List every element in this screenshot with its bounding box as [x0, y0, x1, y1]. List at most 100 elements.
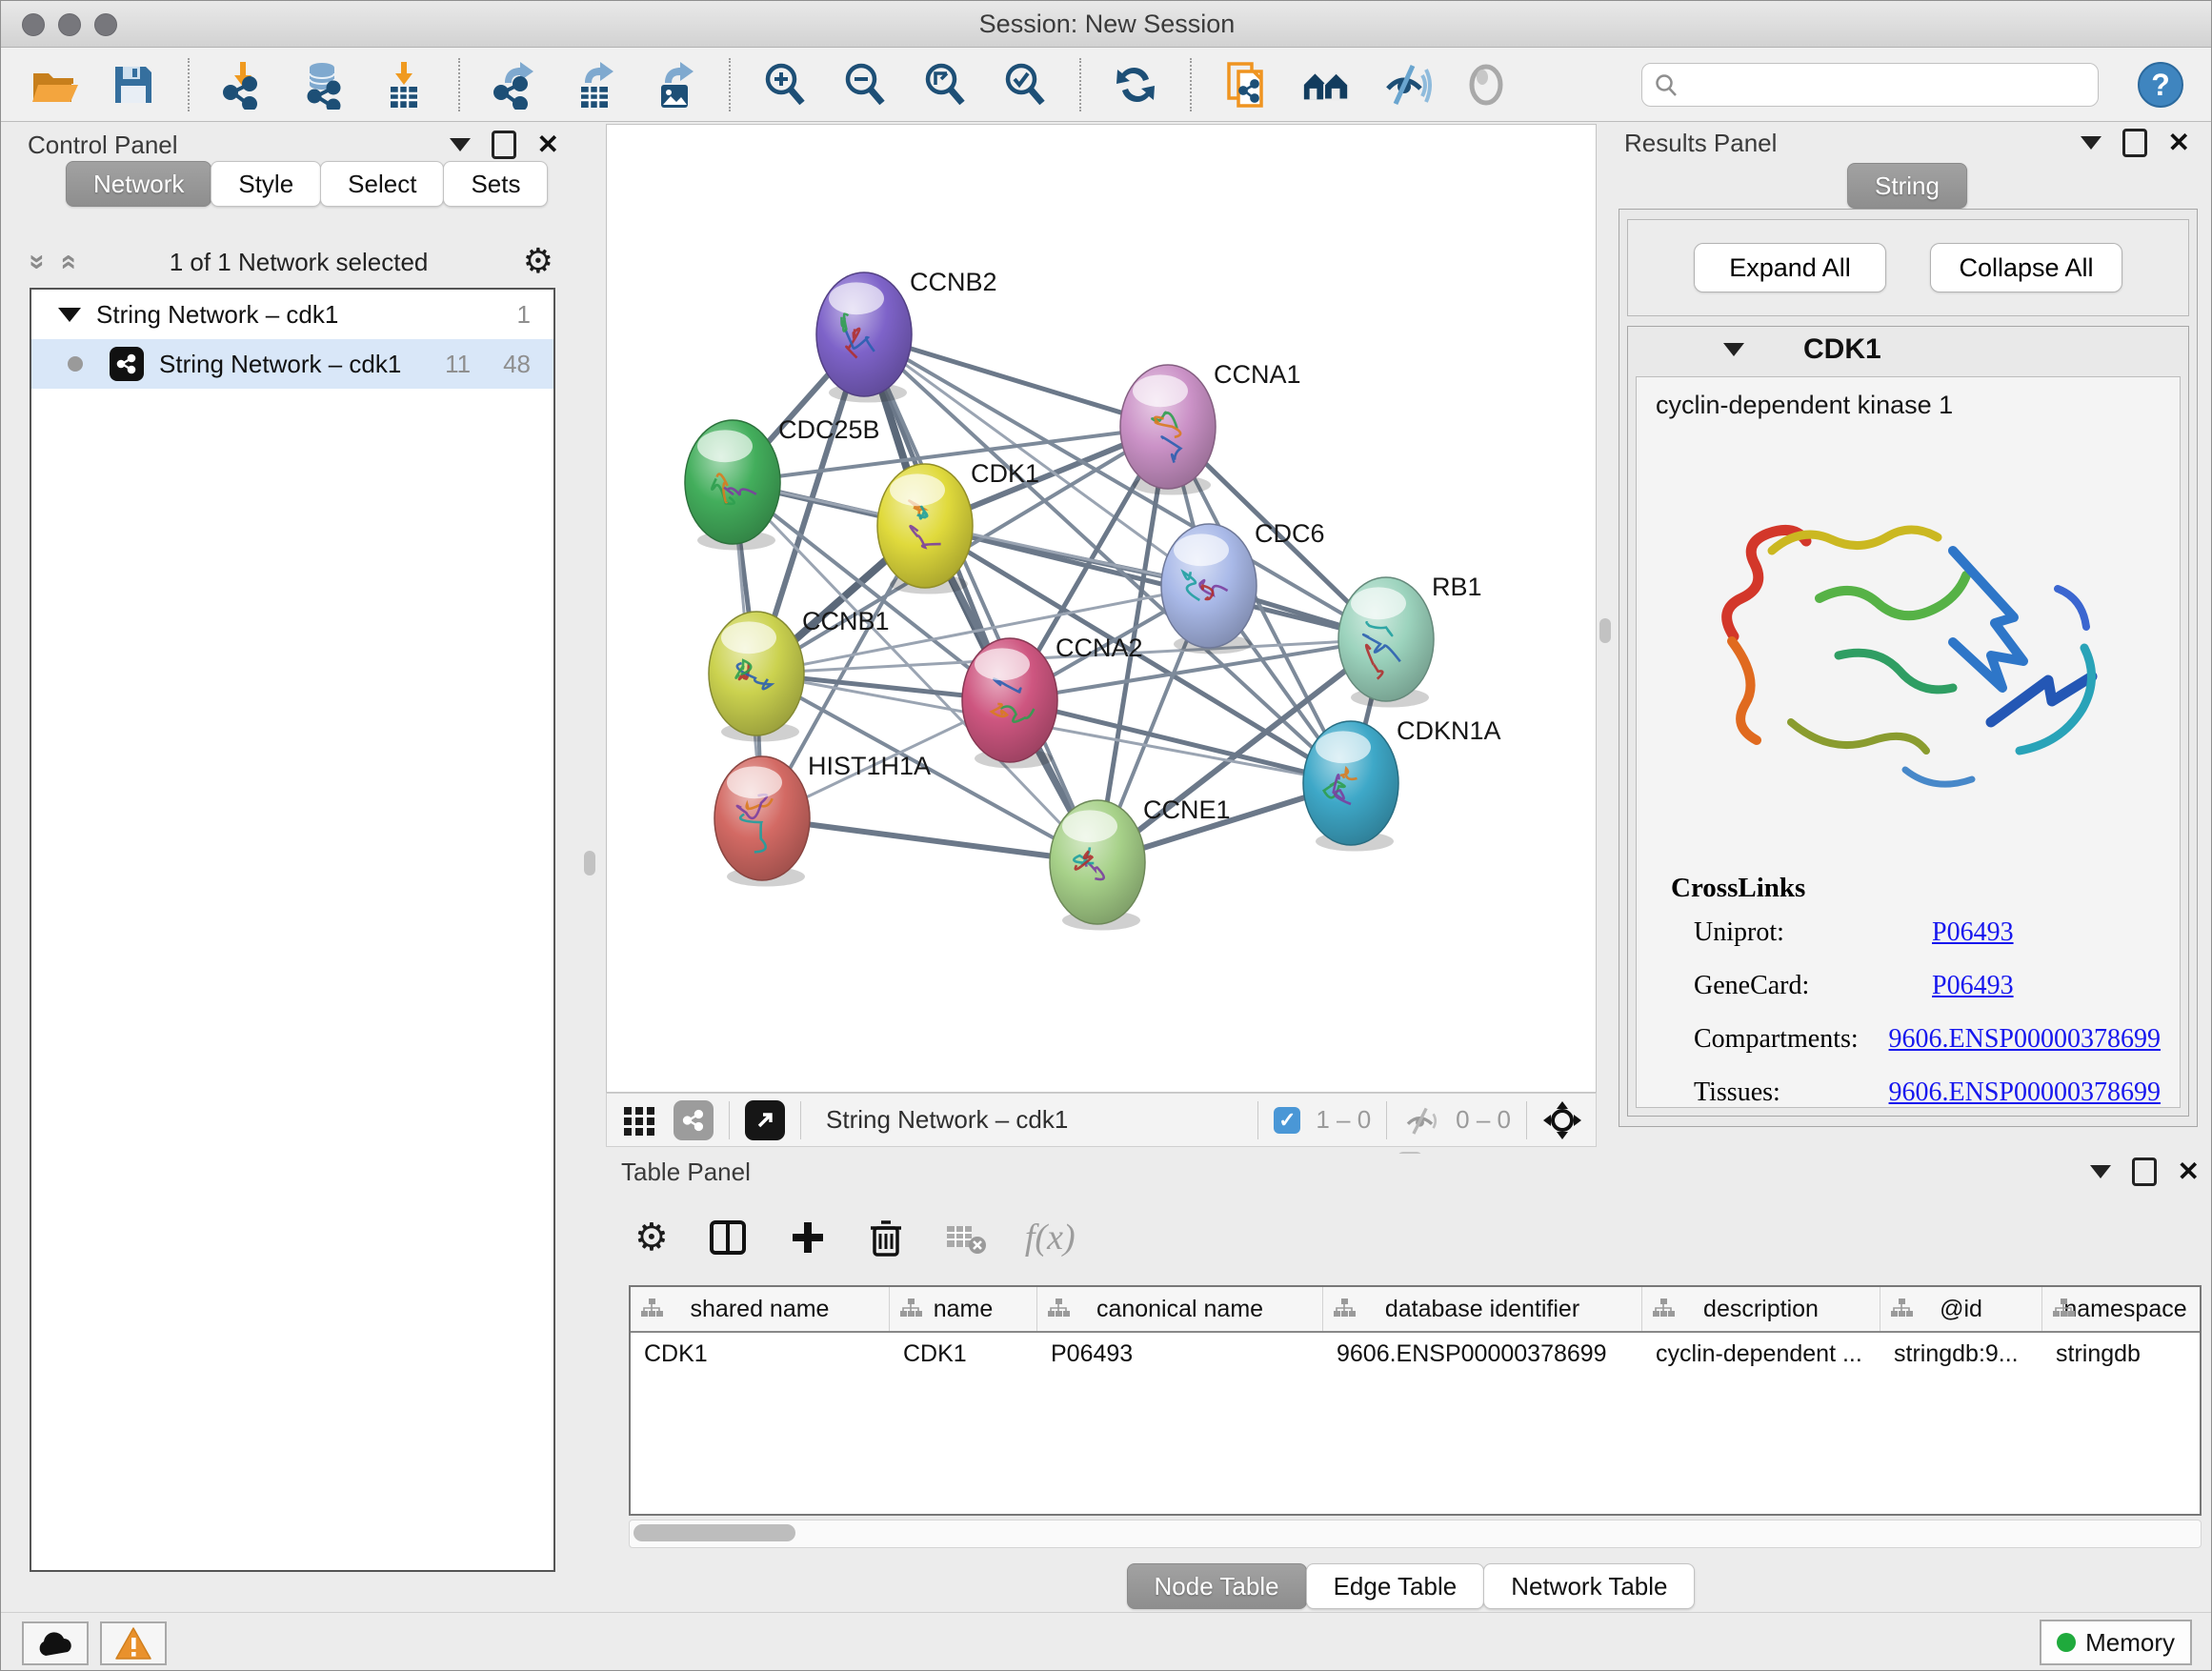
node-CDC25B[interactable]: CDC25B [685, 415, 880, 551]
network-canvas[interactable]: CCNB2CCNA1CDC25BCDK1CDC6RB1CCNB1CCNA2CDK… [606, 124, 1597, 1093]
table-options-gear-icon[interactable]: ⚙ [634, 1218, 669, 1257]
expand-all-icon[interactable]: » [52, 254, 81, 271]
toolbar-separator [1526, 1101, 1527, 1139]
table-cell[interactable]: 9606.ENSP00000378699 [1323, 1333, 1642, 1377]
import-table-button[interactable] [378, 59, 430, 111]
open-session-button[interactable] [28, 59, 79, 111]
tab-node-table[interactable]: Node Table [1127, 1563, 1307, 1609]
hide-nodes-button[interactable] [1380, 59, 1432, 111]
tab-edge-table[interactable]: Edge Table [1306, 1563, 1485, 1609]
crosslink-link[interactable]: P06493 [1932, 971, 2014, 1001]
node-RB1[interactable]: RB1 [1338, 573, 1482, 707]
table-row[interactable]: CDK1CDK1P064939606.ENSP00000378699cyclin… [631, 1333, 2200, 1377]
collapse-all-icon[interactable]: » [23, 254, 51, 271]
zoom-selected-icon [1000, 60, 1050, 110]
node-CDKN1A[interactable]: CDKN1A [1303, 716, 1501, 851]
expand-all-button[interactable]: Expand All [1694, 243, 1886, 292]
cloud-tasks-button[interactable] [22, 1621, 89, 1665]
collapse-card-icon[interactable] [1723, 343, 1744, 356]
table-toolbar: ⚙ f(x) [634, 1203, 1076, 1272]
column-header-database-identifier[interactable]: database identifier [1323, 1287, 1642, 1331]
zoom-in-button[interactable] [759, 59, 811, 111]
delete-column-icon[interactable] [867, 1217, 905, 1258]
crosslink-link[interactable]: P06493 [1932, 917, 2014, 948]
tab-select[interactable]: Select [320, 161, 444, 207]
network-row-selected[interactable]: String Network – cdk1 11 48 [31, 339, 553, 389]
table-cell[interactable]: cyclin-dependent ... [1642, 1333, 1880, 1377]
panel-float-icon[interactable] [2132, 1158, 2157, 1186]
help-button[interactable]: ? [2135, 59, 2186, 111]
expand-collapse-box: Expand All Collapse All [1627, 219, 2189, 316]
show-all-button[interactable] [1460, 59, 1512, 111]
show-columns-icon[interactable] [707, 1217, 749, 1258]
panel-menu-icon[interactable] [450, 138, 471, 151]
column-header-canonical-name[interactable]: canonical name [1037, 1287, 1323, 1331]
crosslink-link[interactable]: 9606.ENSP00000378699 [1889, 1024, 2161, 1055]
panel-close-icon[interactable]: ✕ [2178, 1158, 2200, 1185]
panel-menu-icon[interactable] [2090, 1165, 2111, 1178]
panel-close-icon[interactable]: ✕ [537, 131, 559, 158]
zoom-fit-button[interactable] [919, 59, 971, 111]
node-CCNA1[interactable]: CCNA1 [1120, 360, 1301, 495]
clone-network-button[interactable] [1220, 59, 1272, 111]
node-CCNB1[interactable]: CCNB1 [709, 607, 890, 741]
apply-layout-button[interactable] [1110, 59, 1161, 111]
open-in-window-icon[interactable] [745, 1100, 785, 1140]
table-cell[interactable]: P06493 [1037, 1333, 1323, 1377]
vertical-splitter-handle[interactable] [584, 851, 595, 876]
tab-style[interactable]: Style [211, 161, 321, 207]
panel-close-icon[interactable]: ✕ [2168, 130, 2190, 156]
memory-button[interactable]: Memory [2040, 1620, 2192, 1665]
grid-mode-icon[interactable] [620, 1101, 658, 1139]
table-cell[interactable]: CDK1 [890, 1333, 1037, 1377]
crosslink-link[interactable]: 9606.ENSP00000378699 [1889, 1077, 2161, 1108]
column-header-description[interactable]: description [1642, 1287, 1880, 1331]
network-options-gear-icon[interactable]: ⚙ [523, 245, 553, 279]
network-collection-row[interactable]: String Network – cdk1 1 [31, 290, 553, 339]
collection-expand-icon[interactable] [58, 308, 81, 322]
string-view-icon[interactable] [674, 1100, 714, 1140]
column-header-name[interactable]: name [890, 1287, 1037, 1331]
table-cell[interactable]: CDK1 [631, 1333, 890, 1377]
table-horizontal-scrollbar[interactable] [629, 1520, 2202, 1548]
node-label: CDC6 [1255, 519, 1325, 548]
panel-float-icon[interactable] [2122, 129, 2147, 157]
selected-checkbox-icon[interactable]: ✓ [1274, 1107, 1300, 1134]
column-header-namespace[interactable]: namespace [2042, 1287, 2202, 1331]
tab-network[interactable]: Network [66, 161, 211, 207]
panel-float-icon[interactable] [492, 131, 516, 159]
warnings-button[interactable] [100, 1621, 167, 1665]
tab-sets[interactable]: Sets [443, 161, 548, 207]
import-network-button[interactable] [218, 59, 270, 111]
collapse-all-button[interactable]: Collapse All [1930, 243, 2122, 292]
import-network-icon [219, 60, 269, 110]
tab-string[interactable]: String [1847, 163, 1967, 209]
export-table-button[interactable] [569, 59, 620, 111]
add-column-icon[interactable] [787, 1217, 829, 1258]
search-input[interactable] [1686, 70, 2086, 99]
gray-eye-icon [1461, 60, 1511, 110]
panel-menu-icon[interactable] [2081, 136, 2101, 150]
vertical-splitter-handle[interactable] [1599, 618, 1611, 643]
search-box[interactable] [1641, 63, 2099, 107]
import-database-button[interactable] [298, 59, 350, 111]
save-session-button[interactable] [108, 59, 159, 111]
birdseye-toggle-icon[interactable] [1542, 1100, 1582, 1140]
zoom-selected-button[interactable] [999, 59, 1051, 111]
home-button[interactable] [1300, 59, 1352, 111]
zoom-out-button[interactable] [839, 59, 891, 111]
protein-card-header[interactable]: CDK1 [1628, 327, 2188, 372]
scrollbar-thumb[interactable] [633, 1524, 795, 1541]
table-cell[interactable]: stringdb [2042, 1333, 2202, 1377]
tab-network-table[interactable]: Network Table [1483, 1563, 1695, 1609]
column-header--id[interactable]: @id [1880, 1287, 2042, 1331]
export-network-button[interactable] [489, 59, 540, 111]
export-image-button[interactable] [649, 59, 700, 111]
table-cell[interactable]: stringdb:9... [1880, 1333, 2042, 1377]
node-HIST1H1A[interactable]: HIST1H1A [714, 752, 931, 886]
node-CCNE1[interactable]: CCNE1 [1050, 795, 1231, 930]
protein-description: cyclin-dependent kinase 1 [1637, 377, 2180, 420]
hidden-counts: 0 – 0 [1456, 1105, 1511, 1135]
node-CCNB2[interactable]: CCNB2 [816, 268, 997, 403]
column-header-shared-name[interactable]: shared name [631, 1287, 890, 1331]
